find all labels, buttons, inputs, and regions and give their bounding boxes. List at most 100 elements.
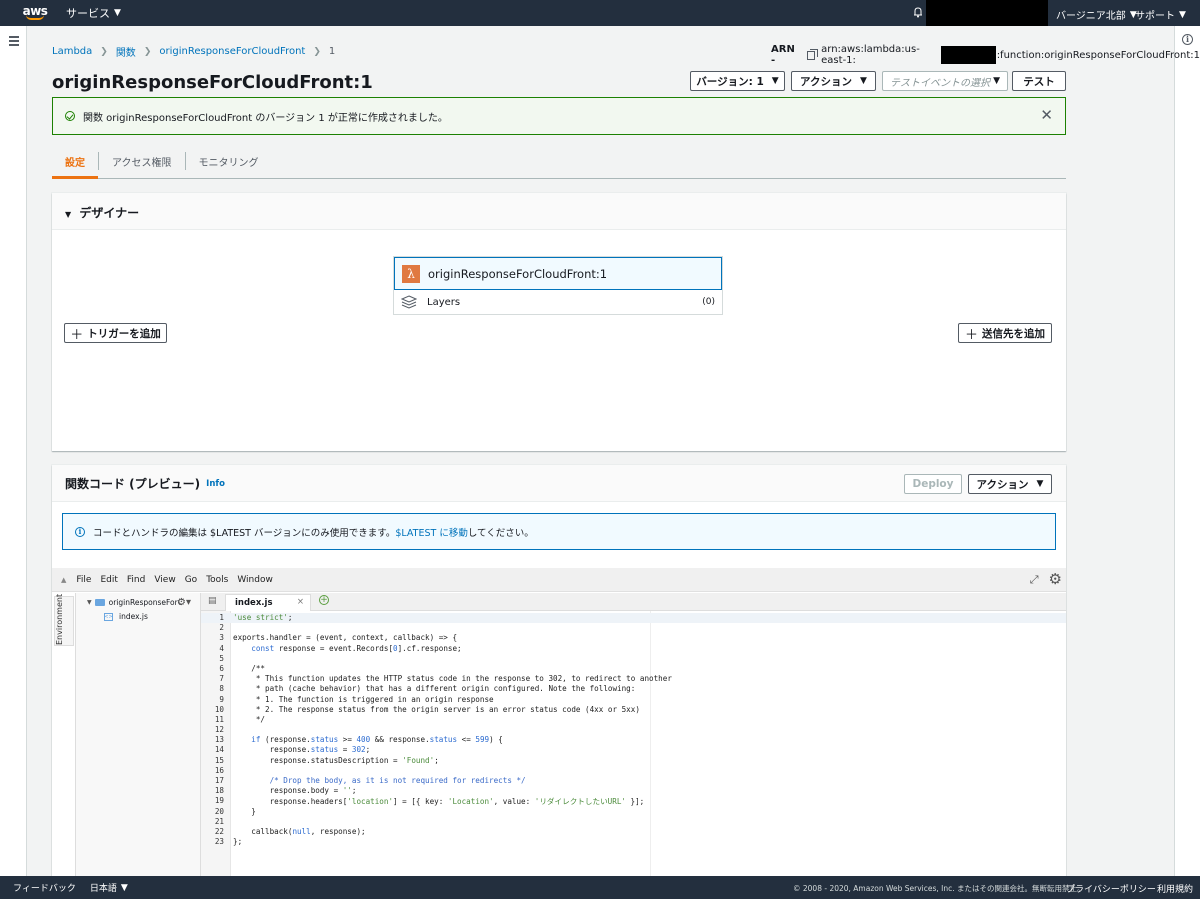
arn-label: ARN - (771, 44, 795, 66)
hamburger-menu-icon[interactable] (9, 36, 19, 48)
caret-down-icon: ▼ (87, 599, 92, 606)
test-event-select[interactable]: テストイベントの選択 ▼ (882, 71, 1008, 91)
code-line: 7 * This function updates the HTTP statu… (219, 674, 672, 684)
terms-link[interactable]: 利用規約 (1157, 882, 1193, 895)
language-selector[interactable]: 日本語 ▼ (89, 881, 128, 895)
new-tab-icon[interactable]: + (319, 595, 329, 605)
menu-tools[interactable]: Tools (206, 575, 228, 585)
region-menu[interactable]: バージニア北部 ▼ (1056, 7, 1137, 23)
actions-dropdown[interactable]: アクション ▼ (791, 71, 876, 91)
region-label: バージニア北部 (1056, 11, 1126, 22)
code-line: 17 /* Drop the body, as it is not requir… (214, 776, 526, 785)
menu-edit[interactable]: Edit (100, 575, 117, 585)
menu-window[interactable]: Window (237, 575, 273, 585)
code-line: 16 (214, 765, 224, 775)
caret-down-icon: ▼ (771, 76, 779, 86)
menu-go[interactable]: Go (185, 575, 197, 585)
latest-notice: i コードとハンドラの編集は $LATEST バージョンにのみ使用できます。 $… (62, 513, 1056, 550)
code-line: 9 * 1. The function is triggered in an o… (219, 694, 494, 704)
tab-monitoring[interactable]: モニタリング (186, 149, 272, 179)
code-actions-dropdown[interactable]: アクション ▼ (968, 474, 1052, 494)
menu-view[interactable]: View (154, 575, 175, 585)
code-line: 8 * path (cache behavior) that has a dif… (219, 684, 636, 694)
plus-icon: ＋ (964, 327, 978, 343)
function-code-title: 関数コード (プレビュー) (65, 476, 201, 491)
code-line: 6 /** (219, 663, 266, 673)
breadcrumb: Lambda ❯ 関数 ❯ originResponseForCloudFron… (52, 44, 335, 59)
privacy-link[interactable]: プライバシーポリシー (1066, 882, 1156, 895)
test-event-placeholder: テストイベントの選択 (890, 77, 990, 89)
success-flash: 関数 originResponseForCloudFront のバージョン 1 … (52, 97, 1066, 135)
editor-tab[interactable]: index.js × (225, 594, 311, 611)
tree-file[interactable]: <> index.js (104, 612, 148, 621)
tab-config[interactable]: 設定 (52, 149, 98, 179)
file-name: index.js (119, 612, 148, 621)
breadcrumb-functions[interactable]: 関数 (116, 44, 136, 59)
version-dropdown[interactable]: バージョン: 1 ▼ (690, 71, 785, 91)
copyright-text: © 2008 - 2020, Amazon Web Services, Inc.… (793, 884, 1085, 893)
code-line: 18 response.body = ''; (214, 786, 357, 796)
tab-permissions[interactable]: アクセス権限 (99, 149, 185, 179)
menu-find[interactable]: Find (127, 575, 145, 585)
support-menu[interactable]: サポート ▼ (1135, 7, 1186, 23)
breadcrumb-lambda[interactable]: Lambda (52, 46, 92, 57)
function-node-main[interactable]: λ originResponseForCloudFront:1 (394, 257, 722, 290)
lambda-icon: λ (402, 264, 420, 283)
editor-tabbar: ▤ index.js × + (201, 593, 1066, 611)
copy-icon[interactable] (806, 48, 819, 60)
ide-toolbar-right: ⤢ ⚙ (1030, 572, 1062, 587)
fullscreen-icon[interactable]: ⤢ (1030, 573, 1039, 587)
ide-menubar: ▲ File Edit Find View Go Tools Window ⤢ … (52, 568, 1066, 592)
add-trigger-label: トリガーを追加 (87, 327, 161, 340)
add-trigger-button[interactable]: ＋ トリガーを追加 (64, 323, 167, 343)
collapse-up-icon[interactable]: ▲ (61, 576, 66, 584)
close-icon[interactable]: ✕ (1040, 108, 1053, 123)
close-tab-icon[interactable]: × (297, 597, 304, 607)
code-editor[interactable]: ▤ index.js × + 1'use strict'; 2 3 exports… (201, 593, 1066, 876)
designer-header[interactable]: ▼ デザイナー (52, 193, 1066, 230)
code-line: 19 response.headers['location'] = [{ key… (214, 796, 645, 807)
info-icon: i (75, 526, 85, 537)
services-menu[interactable]: サービス ▼ (66, 5, 121, 21)
language-label: 日本語 (89, 884, 117, 894)
layers-row[interactable]: Layers (0) (394, 290, 722, 314)
page-title: originResponseForCloudFront:1 (52, 72, 373, 93)
caret-down-icon: ▼ (65, 210, 72, 219)
breadcrumb-function[interactable]: originResponseForCloudFront (159, 46, 305, 57)
code-line: 4 const response = event.Records[0].cf.r… (219, 643, 462, 653)
feedback-link[interactable]: フィードバック (13, 881, 76, 894)
aws-logo[interactable]: aws (23, 5, 48, 20)
bell-icon[interactable] (912, 6, 924, 18)
gear-icon[interactable]: ⚙ (1049, 572, 1062, 587)
file-list-icon[interactable]: ▤ (208, 596, 217, 606)
gear-icon[interactable]: ⚙▾ (177, 597, 191, 608)
folder-icon (94, 599, 105, 606)
deploy-label: Deploy (912, 478, 954, 490)
menu-file[interactable]: File (76, 575, 91, 585)
code-line: 10 * 2. The response status from the ori… (214, 704, 640, 714)
tree-folder[interactable]: ▼ originResponseForC (87, 598, 183, 607)
plus-icon: ＋ (70, 327, 84, 343)
code-line: 5 (219, 653, 224, 663)
info-link[interactable]: Info (206, 479, 225, 489)
deploy-button[interactable]: Deploy (904, 474, 962, 494)
footer: フィードバック 日本語 ▼ © 2008 - 2020, Amazon Web … (0, 876, 1200, 899)
designer-title: デザイナー (79, 206, 140, 220)
test-button[interactable]: テスト (1012, 71, 1066, 91)
version-label: バージョン: 1 (696, 75, 764, 88)
js-file-icon: <> (104, 612, 113, 621)
top-navigation: aws サービス ▼ バージニア北部 ▼ サポート ▼ (0, 0, 1200, 26)
environment-tab[interactable]: Environment (54, 594, 74, 646)
code-line: 12 (214, 725, 224, 735)
layers-label: Layers (427, 296, 461, 308)
aws-smile-icon (26, 15, 44, 20)
add-destination-button[interactable]: ＋ 送信先を追加 (958, 323, 1052, 343)
folder-name: originResponseForC (108, 598, 183, 607)
caret-down-icon: ▼ (993, 76, 1000, 86)
flash-message: 関数 originResponseForCloudFront のバージョン 1 … (83, 112, 448, 124)
code-line: 20 } (214, 806, 256, 816)
goto-latest-link[interactable]: $LATEST に移動 (395, 525, 467, 539)
redacted-account-block (926, 0, 1048, 26)
chevron-right-icon: ❯ (313, 46, 321, 57)
code-line: 11 */ (214, 714, 266, 724)
